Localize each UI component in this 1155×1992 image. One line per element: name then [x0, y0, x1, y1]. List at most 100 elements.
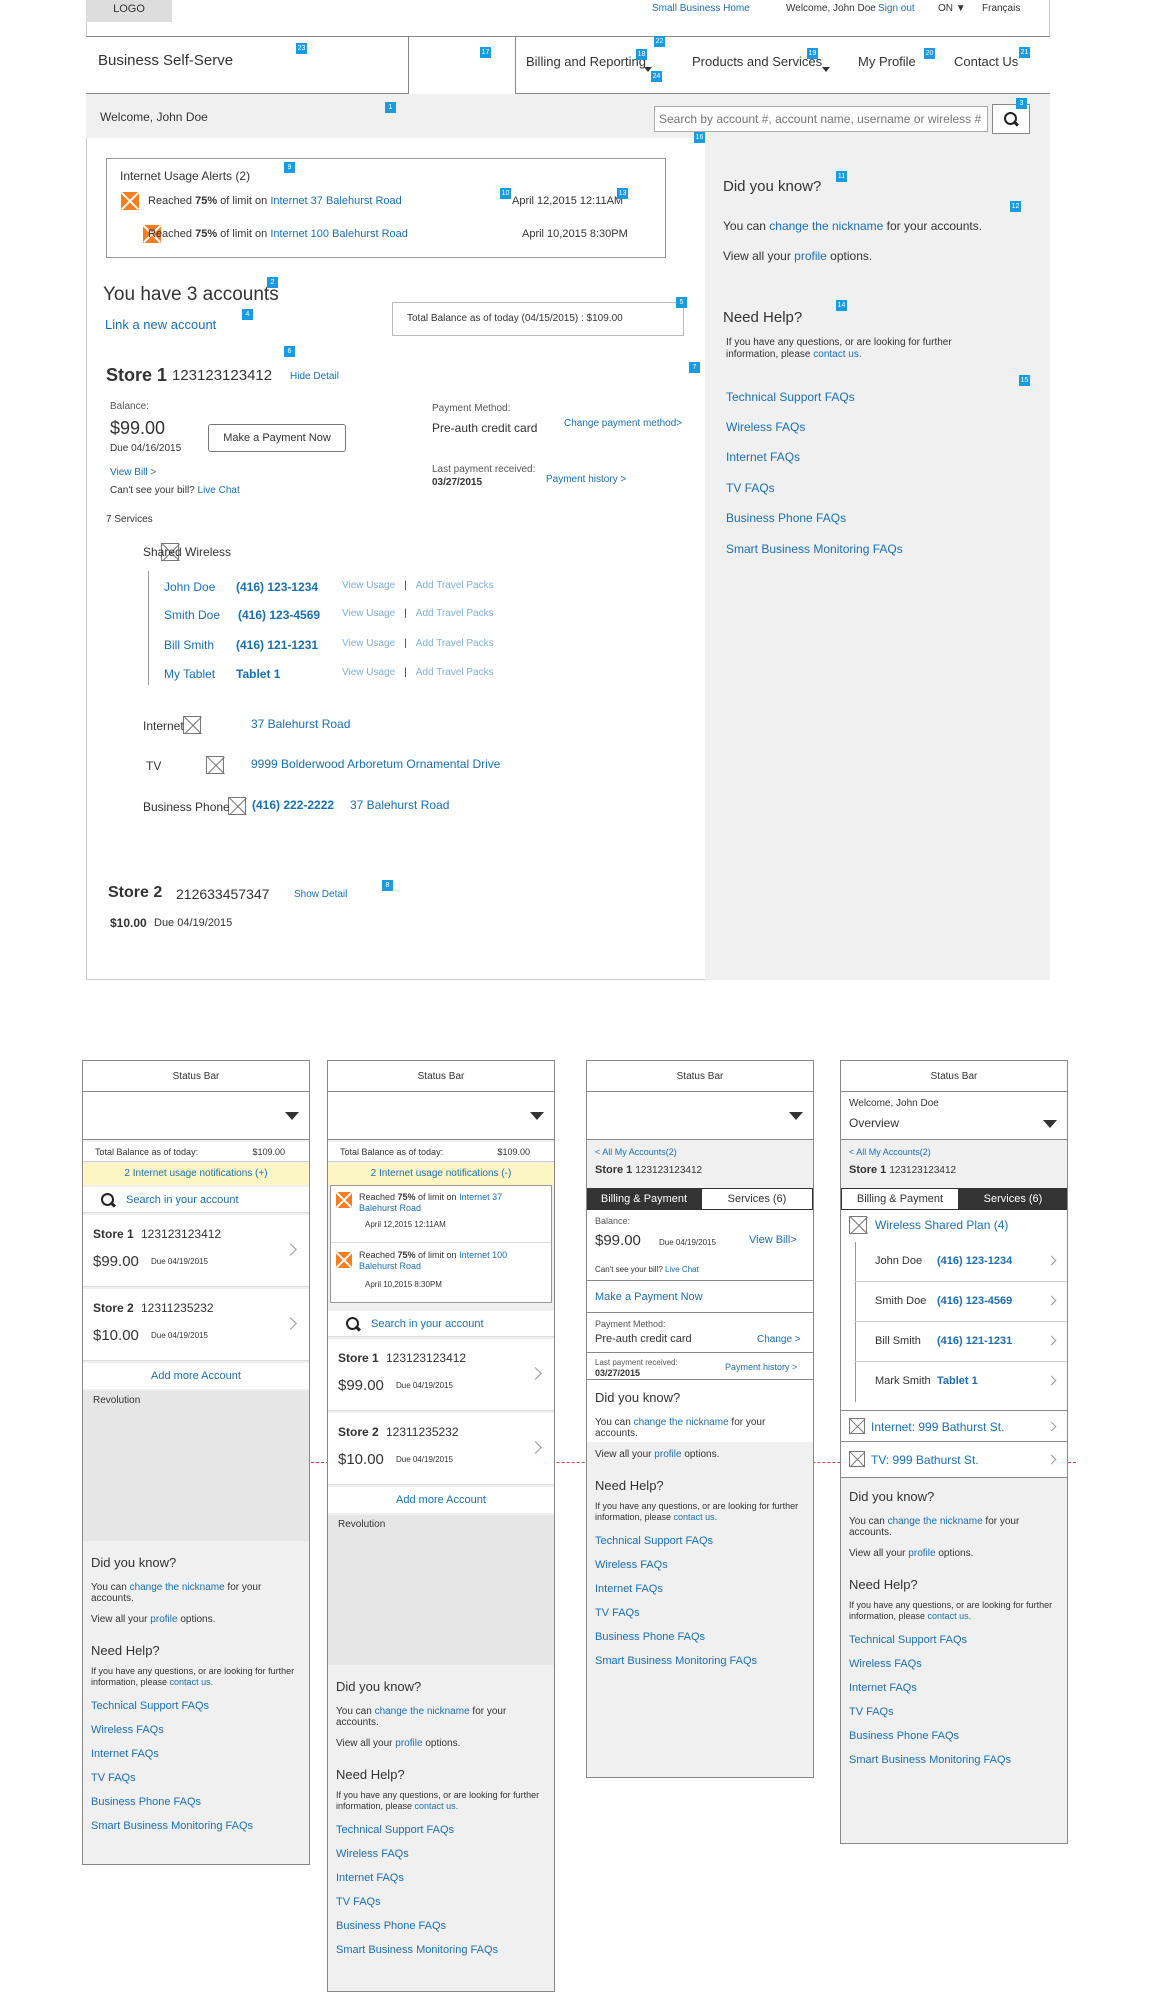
business-phone-address-link[interactable]: 37 Balehurst Road: [350, 798, 449, 812]
profile-link[interactable]: profile: [150, 1614, 177, 1625]
faq-link[interactable]: TV FAQs: [336, 1896, 546, 1908]
faq-link[interactable]: Wireless FAQs: [849, 1658, 1059, 1670]
search-account-label[interactable]: Search in your account: [371, 1318, 484, 1330]
faq-link[interactable]: Technical Support FAQs: [726, 390, 855, 404]
line-row[interactable]: Smith Doe (416) 123-4569: [855, 1282, 1067, 1322]
view-bill-link[interactable]: View Bill >: [110, 467, 156, 478]
add-more-account-link[interactable]: Add more Account: [83, 1363, 309, 1389]
line-row[interactable]: Bill Smith (416) 121-1231: [855, 1322, 1067, 1362]
live-chat-link[interactable]: Live Chat: [665, 1265, 699, 1274]
add-more-account-link[interactable]: Add more Account: [328, 1487, 554, 1513]
faq-link[interactable]: Technical Support FAQs: [336, 1824, 546, 1836]
line-name[interactable]: Smith Doe: [164, 608, 220, 622]
contact-us-link[interactable]: contact us.: [813, 349, 861, 360]
faq-link[interactable]: Wireless FAQs: [726, 420, 805, 434]
make-payment-link[interactable]: Make a Payment Now: [595, 1291, 703, 1303]
tab-services[interactable]: Services (6): [959, 1188, 1067, 1210]
payment-history-link[interactable]: Payment history >: [546, 474, 626, 485]
add-travel-packs-link[interactable]: Add Travel Packs: [416, 638, 494, 649]
change-nickname-link[interactable]: change the nickname: [130, 1582, 225, 1593]
nav-profile[interactable]: My Profile: [858, 54, 916, 69]
change-payment-link[interactable]: Change >: [757, 1334, 801, 1345]
search-account-label[interactable]: Search in your account: [126, 1194, 239, 1206]
service-row[interactable]: TV: 999 Bathurst St.: [841, 1444, 1067, 1476]
live-chat-link[interactable]: Live Chat: [198, 485, 240, 496]
payment-history-link[interactable]: Payment history >: [725, 1362, 797, 1372]
faq-link[interactable]: Business Phone FAQs: [849, 1730, 1059, 1742]
faq-link[interactable]: Internet FAQs: [726, 450, 800, 464]
profile-link[interactable]: profile: [794, 249, 827, 263]
alert-link[interactable]: Internet 100 Balehurst Road: [270, 228, 408, 240]
faq-link[interactable]: TV FAQs: [849, 1706, 1059, 1718]
line-number[interactable]: (416) 121-1231: [236, 638, 318, 652]
line-name[interactable]: John Doe: [164, 580, 215, 594]
nav-products[interactable]: Products and Services: [692, 54, 822, 69]
tab-services[interactable]: Services (6): [701, 1188, 813, 1210]
faq-link[interactable]: Smart Business Monitoring FAQs: [849, 1754, 1059, 1766]
faq-link[interactable]: Business Phone FAQs: [595, 1631, 805, 1643]
faq-link[interactable]: Technical Support FAQs: [91, 1700, 301, 1712]
view-usage-link[interactable]: View Usage: [342, 638, 395, 649]
faq-link[interactable]: Business Phone FAQs: [726, 511, 846, 525]
line-name[interactable]: My Tablet: [164, 667, 215, 681]
line-row[interactable]: Mark Smith Tablet 1: [855, 1362, 1067, 1402]
contact-us-link[interactable]: contact us.: [674, 1512, 718, 1522]
notifications-toggle[interactable]: 2 Internet usage notifications (-): [328, 1163, 554, 1185]
change-payment-method-link[interactable]: Change payment method>: [564, 418, 682, 429]
alert-link[interactable]: Internet 37 Balehurst Road: [270, 195, 401, 207]
francais-link[interactable]: Français: [982, 3, 1020, 14]
account-row[interactable]: Store 1 123123123412 $99.00 Due 04/19/20…: [328, 1339, 554, 1411]
change-nickname-link[interactable]: change the nickname: [375, 1706, 470, 1717]
add-travel-packs-link[interactable]: Add Travel Packs: [416, 667, 494, 678]
add-travel-packs-link[interactable]: Add Travel Packs: [416, 608, 494, 619]
business-phone-number[interactable]: (416) 222-2222: [252, 798, 334, 812]
faq-link[interactable]: Technical Support FAQs: [849, 1634, 1059, 1646]
hide-detail-link[interactable]: Hide Detail: [290, 371, 339, 382]
tab-billing-payment[interactable]: Billing & Payment: [587, 1188, 701, 1210]
faq-link[interactable]: Wireless FAQs: [595, 1559, 805, 1571]
add-travel-packs-link[interactable]: Add Travel Packs: [416, 580, 494, 591]
account-row[interactable]: Store 2 12311235232 $10.00 Due 04/19/201…: [328, 1413, 554, 1485]
faq-link[interactable]: Wireless FAQs: [91, 1724, 301, 1736]
nav-contact[interactable]: Contact Us: [954, 54, 1018, 69]
change-nickname-link[interactable]: change the nickname: [888, 1516, 983, 1527]
faq-link[interactable]: Internet FAQs: [336, 1872, 546, 1884]
tv-address-link[interactable]: 9999 Bolderwood Arboretum Ornamental Dri…: [251, 757, 500, 771]
change-nickname-link[interactable]: change the nickname: [769, 219, 883, 233]
link-new-account[interactable]: Link a new account: [105, 317, 216, 332]
faq-link[interactable]: TV FAQs: [91, 1772, 301, 1784]
faq-link[interactable]: Business Phone FAQs: [91, 1796, 301, 1808]
faq-link[interactable]: Smart Business Monitoring FAQs: [595, 1655, 805, 1667]
account-dropdown[interactable]: [328, 1092, 554, 1140]
change-nickname-link[interactable]: change the nickname: [634, 1417, 729, 1428]
faq-link[interactable]: Smart Business Monitoring FAQs: [91, 1820, 301, 1832]
line-name[interactable]: Bill Smith: [164, 638, 214, 652]
small-business-home-link[interactable]: Small Business Home: [652, 3, 750, 14]
shared-wireless-label[interactable]: Shared Wireless: [143, 545, 231, 559]
line-row[interactable]: John Doe (416) 123-1234: [855, 1242, 1067, 1282]
nav-billing[interactable]: Billing and Reporting: [526, 54, 646, 69]
nav-active-tab[interactable]: [408, 36, 516, 95]
faq-link[interactable]: TV FAQs: [726, 481, 775, 495]
show-detail-link[interactable]: Show Detail: [294, 889, 347, 900]
faq-link[interactable]: TV FAQs: [595, 1607, 805, 1619]
all-accounts-link[interactable]: < All My Accounts(2): [849, 1147, 931, 1157]
make-payment-button[interactable]: Make a Payment Now: [208, 424, 346, 452]
line-number[interactable]: Tablet 1: [236, 667, 280, 681]
profile-link[interactable]: profile: [395, 1738, 422, 1749]
account-row[interactable]: Store 2 12311235232 $10.00 Due 04/19/201…: [83, 1289, 309, 1361]
search-row[interactable]: Search in your account: [328, 1311, 554, 1337]
faq-link[interactable]: Smart Business Monitoring FAQs: [726, 542, 903, 556]
account-dropdown[interactable]: [587, 1092, 813, 1140]
sign-out-link[interactable]: Sign out: [878, 3, 915, 14]
faq-link[interactable]: Wireless FAQs: [336, 1848, 546, 1860]
search-input[interactable]: [654, 106, 988, 132]
faq-link[interactable]: Smart Business Monitoring FAQs: [336, 1944, 546, 1956]
all-accounts-link[interactable]: < All My Accounts(2): [595, 1147, 677, 1157]
account-dropdown[interactable]: [83, 1092, 309, 1140]
account-dropdown[interactable]: Welcome, John Doe Overview: [841, 1092, 1067, 1140]
view-usage-link[interactable]: View Usage: [342, 608, 395, 619]
view-usage-link[interactable]: View Usage: [342, 580, 395, 591]
line-number[interactable]: (416) 123-4569: [238, 608, 320, 622]
contact-us-link[interactable]: contact us.: [170, 1677, 214, 1687]
